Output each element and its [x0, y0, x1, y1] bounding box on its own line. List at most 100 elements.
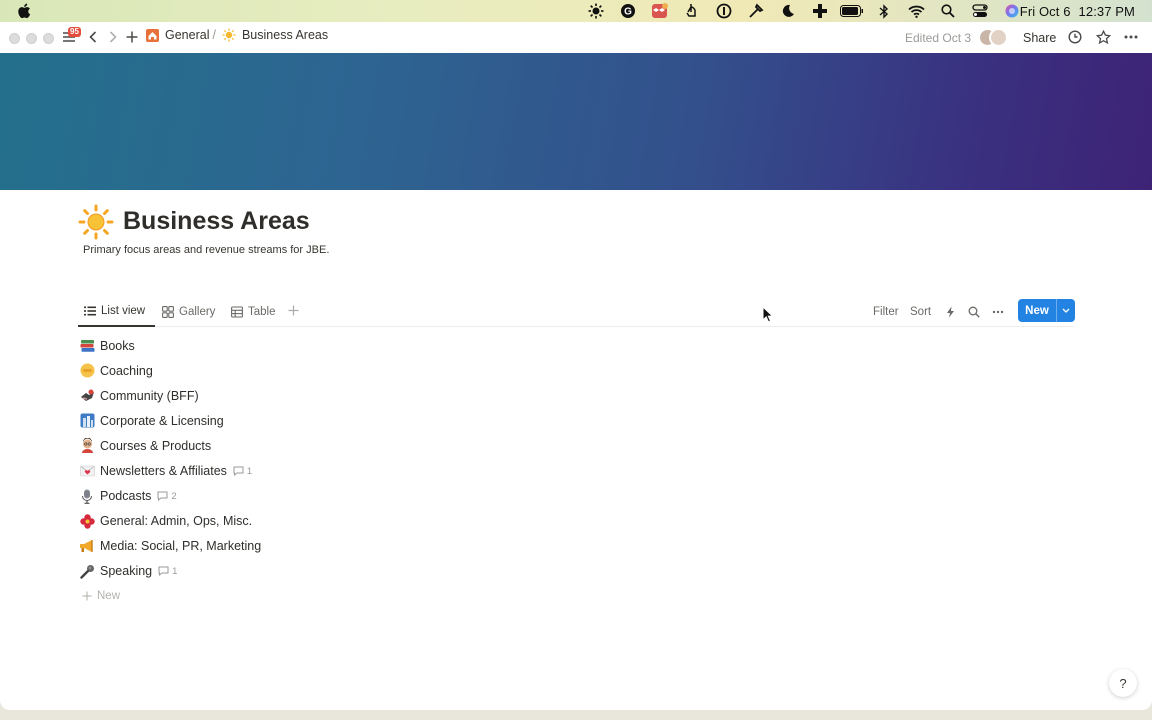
more-options-button[interactable] — [1122, 26, 1140, 48]
list-item-label: Podcasts — [100, 489, 152, 504]
list-item[interactable]: General: Admin, Ops, Misc. — [78, 509, 678, 534]
share-button[interactable]: Share — [1023, 31, 1056, 45]
page-description[interactable]: Primary focus areas and revenue streams … — [83, 244, 329, 256]
help-button[interactable]: ? — [1109, 669, 1137, 697]
page-title[interactable]: Business Areas — [123, 207, 310, 236]
community-emoji-icon — [78, 388, 96, 404]
table-icon — [231, 305, 243, 318]
plus-icon — [288, 305, 299, 316]
star-icon — [1095, 29, 1111, 44]
tab-list-view[interactable]: List view — [78, 297, 155, 327]
menu-bar: G Fri Oct 6 12:37 PM — [0, 0, 1152, 22]
coaching-emoji-icon — [78, 363, 96, 379]
books-emoji-icon — [78, 338, 96, 354]
teacher-emoji-icon — [78, 438, 96, 454]
updates-button[interactable] — [1066, 26, 1084, 48]
list-item-label: Community (BFF) — [100, 388, 199, 403]
home-icon — [145, 28, 159, 42]
battery-icon[interactable] — [836, 0, 868, 22]
chevron-down-icon — [1062, 308, 1070, 313]
forward-button[interactable] — [104, 26, 122, 48]
breadcrumb-current[interactable]: Business Areas — [242, 28, 328, 42]
new-button-label: New — [1025, 304, 1049, 317]
list-item[interactable]: Speaking 1 — [78, 559, 678, 584]
close-window-button[interactable] — [9, 33, 20, 44]
search-database-button[interactable] — [968, 297, 980, 326]
new-item-button[interactable]: New — [1018, 299, 1075, 322]
tab-gallery[interactable]: Gallery — [162, 297, 215, 326]
comment-count-value: 1 — [246, 465, 253, 477]
business-areas-list: Books Coaching Community (BFF) Corporate… — [78, 333, 678, 609]
control-center-icon[interactable] — [964, 0, 996, 22]
add-new-item-button[interactable]: New — [78, 584, 678, 609]
settings-sun-icon[interactable] — [580, 0, 612, 22]
notification-badge: 95 — [68, 27, 81, 37]
health-plus-icon[interactable] — [804, 0, 836, 22]
apple-icon[interactable] — [17, 3, 31, 19]
dropbox-icon[interactable] — [644, 0, 676, 22]
automation-button[interactable] — [946, 297, 955, 326]
list-item-label: Media: Social, PR, Marketing — [100, 539, 262, 554]
lightning-icon — [947, 306, 954, 317]
plus-icon — [126, 31, 138, 43]
add-view-button[interactable] — [288, 303, 299, 319]
new-options-button[interactable] — [1057, 308, 1075, 313]
list-item-label: General: Admin, Ops, Misc. — [100, 514, 253, 529]
wifi-icon[interactable] — [900, 0, 932, 22]
love-letter-emoji-icon — [78, 463, 96, 479]
minimize-window-button[interactable] — [26, 33, 37, 44]
breadcrumb-parent[interactable]: General — [165, 28, 209, 42]
edited-timestamp[interactable]: Edited Oct 3 — [905, 31, 971, 45]
onepassword-icon[interactable] — [708, 0, 740, 22]
bluetooth-icon[interactable] — [868, 0, 900, 22]
collaborator-avatars[interactable] — [978, 28, 1010, 48]
search-icon[interactable] — [932, 0, 964, 22]
mouse-cursor-icon — [762, 306, 774, 323]
comment-count[interactable]: 1 — [158, 566, 177, 577]
more-icon — [1124, 35, 1138, 39]
hand-icon[interactable] — [676, 0, 708, 22]
chevron-left-icon — [89, 31, 97, 43]
list-item[interactable]: Coaching — [78, 358, 678, 383]
comment-count[interactable]: 2 — [157, 490, 177, 502]
new-page-button[interactable] — [123, 26, 141, 48]
comment-icon — [233, 466, 244, 477]
list-item[interactable]: Media: Social, PR, Marketing — [78, 534, 678, 559]
menu-bar-time: 12:37 PM — [1078, 4, 1135, 19]
title-bar: 95 General / Business Areas Edited Oct 3… — [0, 22, 1152, 53]
back-button[interactable] — [84, 26, 102, 48]
city-emoji-icon — [78, 413, 96, 429]
zoom-window-button[interactable] — [43, 33, 54, 44]
tab-table[interactable]: Table — [231, 297, 276, 326]
clock-icon — [1068, 30, 1082, 44]
page-cover[interactable] — [0, 53, 1152, 190]
filter-button[interactable]: Filter — [873, 297, 899, 326]
sun-icon[interactable] — [78, 204, 114, 240]
mic-emoji-icon — [78, 563, 96, 579]
breadcrumb-separator: / — [212, 28, 216, 42]
plus-icon — [78, 591, 96, 601]
sort-button[interactable]: Sort — [910, 297, 931, 326]
chevron-right-icon — [109, 31, 117, 43]
list-item[interactable]: Podcasts 2 — [78, 484, 678, 509]
flower-emoji-icon — [78, 513, 96, 529]
list-item[interactable]: Books — [78, 333, 678, 358]
favorite-button[interactable] — [1094, 26, 1112, 48]
comment-count[interactable]: 1 — [233, 466, 252, 477]
list-item[interactable]: Newsletters & Affiliates 1 — [78, 458, 678, 483]
list-item-label: Coaching — [100, 363, 153, 378]
window-controls — [9, 33, 54, 44]
tool-icon[interactable] — [740, 0, 772, 22]
list-item-label: Courses & Products — [100, 438, 212, 453]
comment-icon — [157, 491, 168, 502]
night-icon[interactable] — [772, 0, 804, 22]
database-more-button[interactable] — [992, 297, 1004, 326]
list-item[interactable]: Community (BFF) — [78, 383, 678, 408]
grammarly-icon[interactable]: G — [612, 0, 644, 22]
comment-count-value: 2 — [171, 490, 177, 502]
database-view-bar: List view Gallery Table Filter Sort New — [78, 297, 1075, 327]
list-item[interactable]: Courses & Products — [78, 433, 678, 458]
menu-bar-clock[interactable]: Fri Oct 6 12:37 PM — [1020, 4, 1135, 19]
menu-bar-date: Fri Oct 6 — [1019, 4, 1071, 19]
list-item[interactable]: Corporate & Licensing — [78, 408, 678, 433]
